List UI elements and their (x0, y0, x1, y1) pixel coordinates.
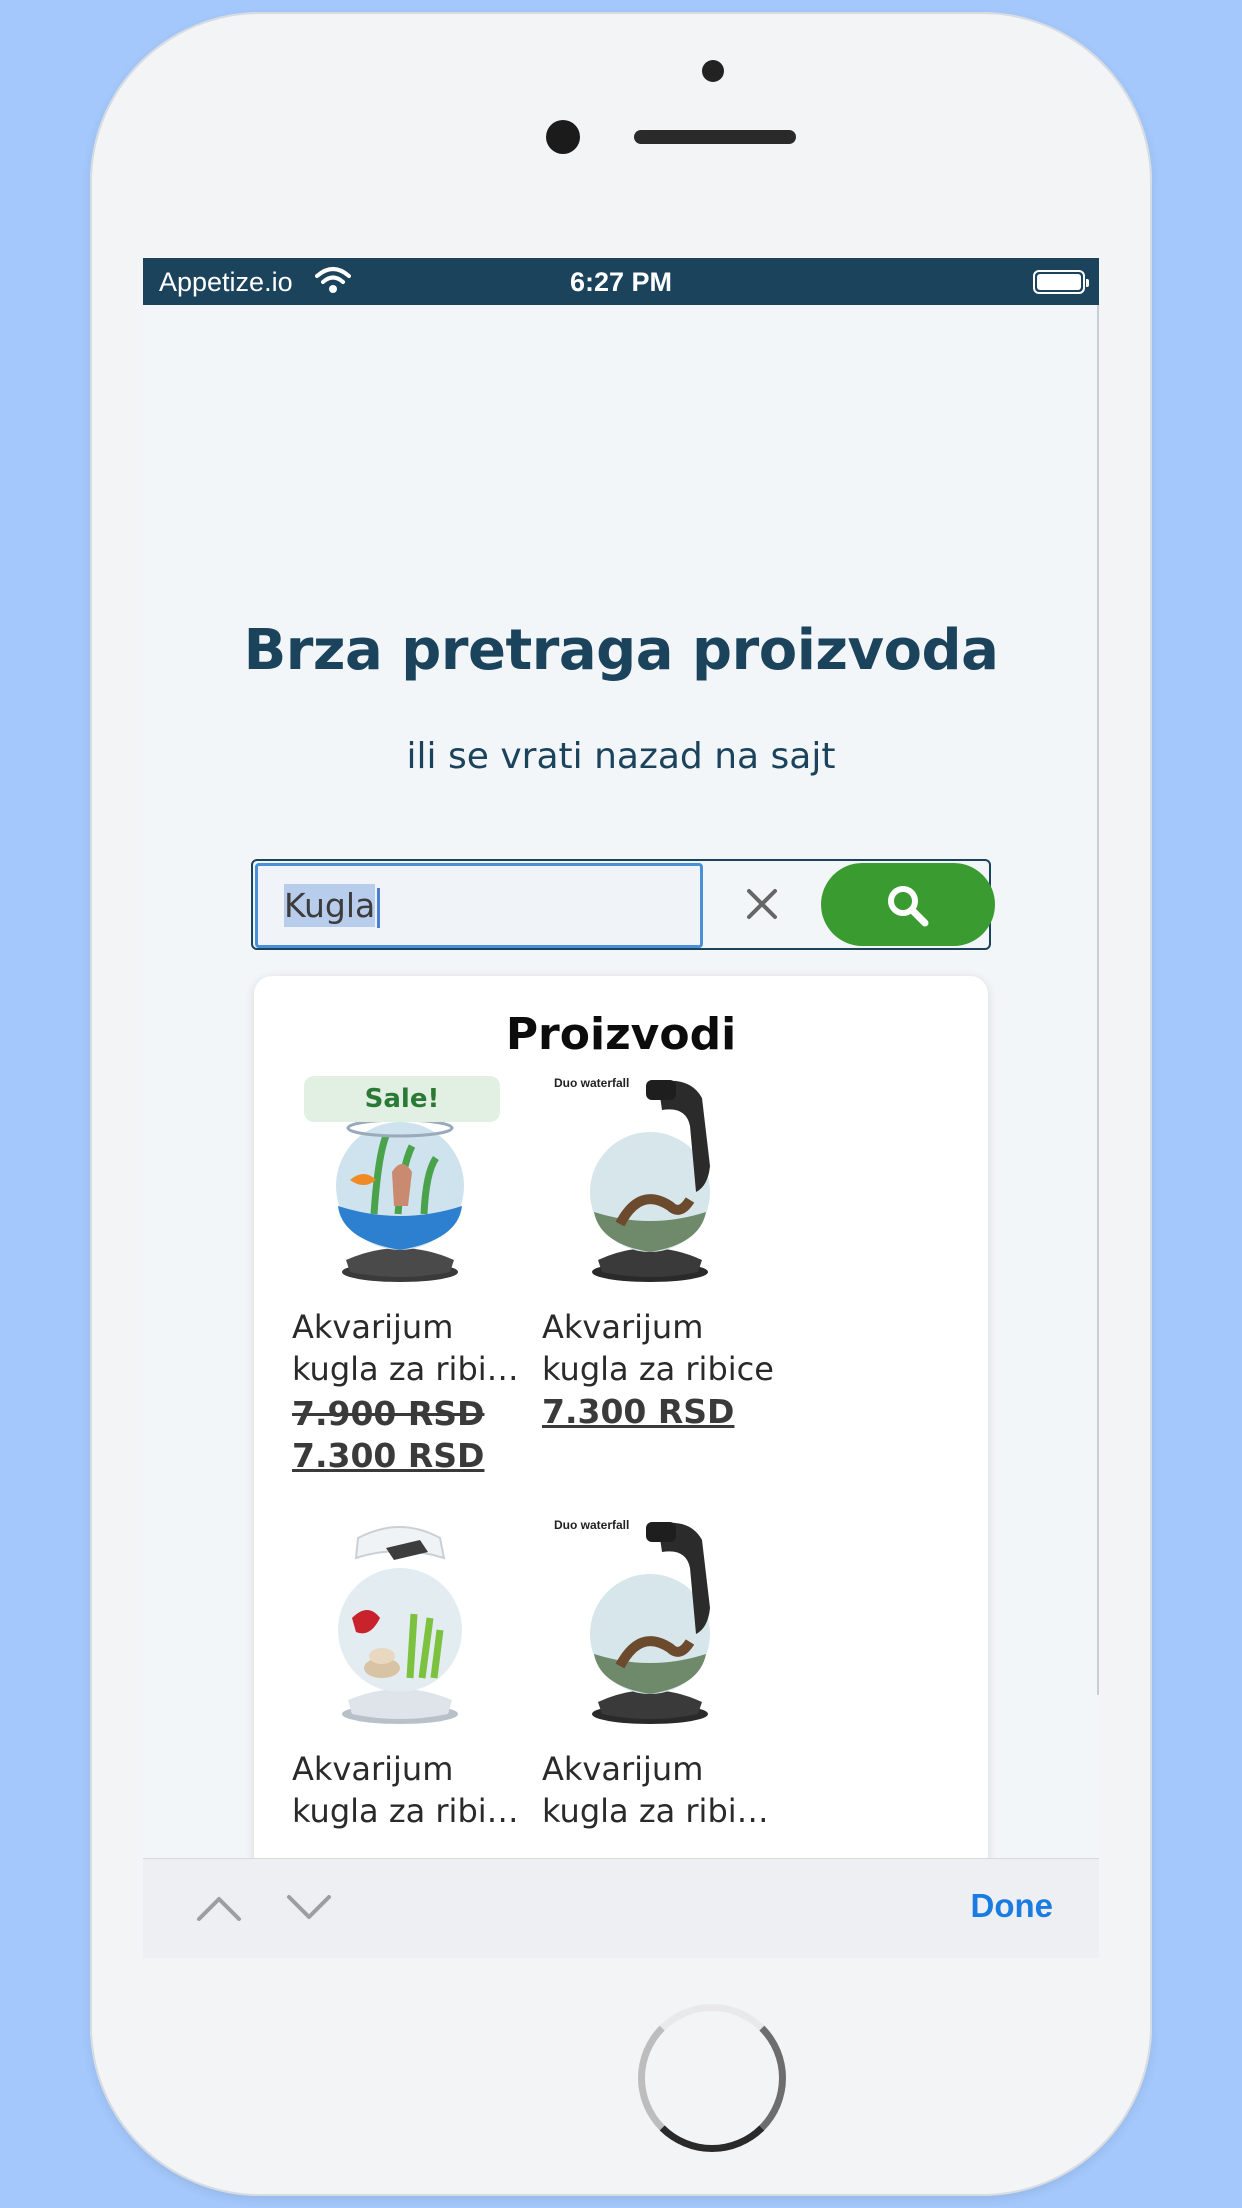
old-price: 7.900 RSD (292, 1394, 485, 1433)
battery-icon (1033, 270, 1089, 294)
search-input-value: Kugla (284, 884, 376, 927)
clear-icon[interactable] (737, 879, 787, 929)
sale-price[interactable]: 7.300 RSD (292, 1436, 484, 1475)
product-image (590, 1080, 710, 1282)
search-button[interactable] (821, 863, 995, 946)
search-icon (888, 886, 929, 927)
search-input[interactable]: Kugla (255, 863, 703, 948)
product-name-line: kugla za ribice (542, 1350, 774, 1388)
product-name-line: kugla za ribic... (542, 1792, 774, 1830)
page-title: Brza pretraga proizvoda (243, 618, 999, 683)
clock: 6:27 PM (569, 267, 673, 297)
earpiece-speaker (634, 130, 796, 144)
front-camera (702, 60, 724, 82)
product-name: Akvarijum kugla za ribic... (292, 1748, 524, 1832)
product-name-line: Akvarijum (292, 1308, 454, 1346)
home-button[interactable] (638, 2004, 786, 2152)
keyboard-toolbar: Done (143, 1858, 1099, 1958)
product-image (590, 1522, 710, 1724)
done-button[interactable]: Done (971, 1887, 1054, 1925)
results-heading: Proizvodi (505, 1009, 737, 1060)
results-panel: Proizvodi Sale! Akvarijum kugla za ribic… (254, 976, 988, 1958)
product-image (338, 1526, 462, 1724)
product-name-line: Akvarijum (542, 1308, 704, 1346)
image-label: Duo waterfall (554, 1076, 630, 1090)
back-to-site-link[interactable]: ili se vrati nazad na sajt (143, 736, 1099, 777)
product-name: Akvarijum kugla za ribic... (542, 1748, 774, 1832)
product-name-line: Akvarijum (292, 1750, 454, 1788)
image-label: Duo waterfall (554, 1518, 630, 1532)
product-name-line: Akvarijum (542, 1750, 704, 1788)
product-name: Akvarijum kugla za ribic... (292, 1306, 524, 1390)
text-caret (377, 887, 381, 928)
device-screen: Appetize.io 6:27 PM Brza pretraga proizv… (143, 258, 1099, 1958)
search-bar: Kugla (251, 859, 995, 950)
proximity-sensor (546, 120, 580, 154)
chevron-up-icon[interactable] (195, 1893, 243, 1923)
price[interactable]: 7.300 RSD (542, 1392, 734, 1431)
product-name: Akvarijum kugla za ribice (542, 1306, 774, 1390)
chevron-down-icon[interactable] (285, 1893, 333, 1923)
divider (1097, 305, 1099, 1695)
status-bar: Appetize.io 6:27 PM (143, 258, 1099, 305)
product-name-line: kugla za ribic... (292, 1792, 524, 1830)
sale-badge: Sale! (304, 1076, 500, 1122)
product-name-line: kugla za ribic... (292, 1350, 524, 1388)
